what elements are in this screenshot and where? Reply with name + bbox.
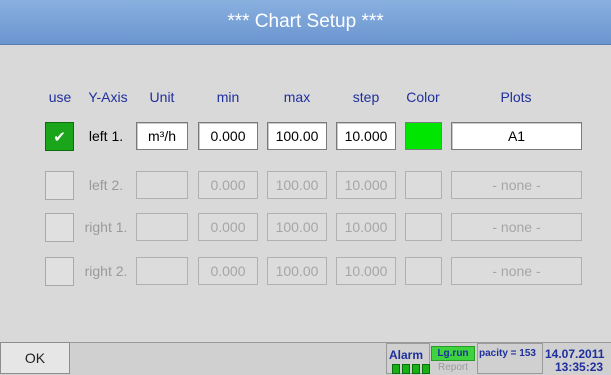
color-swatch-left-1[interactable]	[405, 122, 442, 150]
alarm-led-1	[392, 364, 400, 374]
min-field-left-2[interactable]: 0.000	[198, 171, 258, 199]
axis-label-left-1: left 1.	[88, 128, 124, 144]
unit-field-left-2[interactable]	[136, 171, 188, 199]
header-min: min	[216, 89, 240, 105]
header-step: step	[352, 89, 380, 105]
alarm-led-4	[422, 364, 430, 374]
color-swatch-left-2[interactable]	[405, 171, 442, 199]
unit-field-right-2[interactable]	[136, 257, 188, 285]
ok-button[interactable]: OK	[0, 342, 70, 374]
unit-field-right-1[interactable]	[136, 213, 188, 241]
alarm-label: Alarm	[389, 348, 424, 362]
title-bar: *** Chart Setup ***	[0, 0, 611, 45]
min-field-right-1[interactable]: 0.000	[198, 213, 258, 241]
use-checkbox-left-1[interactable]: ✔	[45, 122, 74, 151]
header-use: use	[48, 89, 72, 105]
step-field-left-2[interactable]: 10.000	[336, 171, 396, 199]
plots-field-right-2[interactable]: - none -	[451, 257, 582, 285]
capacity-readout: pacity = 153	[479, 348, 536, 359]
alarm-led-2	[402, 364, 410, 374]
max-field-right-2[interactable]: 100.00	[267, 257, 327, 285]
use-checkbox-left-2[interactable]	[45, 171, 74, 200]
plots-field-left-1[interactable]: A1	[451, 122, 582, 150]
use-checkbox-right-1[interactable]	[45, 213, 74, 242]
plots-field-right-1[interactable]: - none -	[451, 213, 582, 241]
time-readout: 13:35:23	[555, 360, 604, 374]
axis-label-left-2: left 2.	[88, 177, 124, 193]
logger-run-indicator: Lg.run	[431, 346, 475, 361]
step-field-right-2[interactable]: 10.000	[336, 257, 396, 285]
min-field-right-2[interactable]: 0.000	[198, 257, 258, 285]
axis-label-right-2: right 2.	[84, 263, 128, 279]
header-max: max	[283, 89, 311, 105]
step-field-right-1[interactable]: 10.000	[336, 213, 396, 241]
header-unit: Unit	[149, 89, 175, 105]
color-swatch-right-1[interactable]	[405, 213, 442, 241]
report-indicator: Report	[437, 362, 468, 373]
header-color: Color	[406, 89, 440, 105]
page-title: *** Chart Setup ***	[227, 11, 384, 32]
color-swatch-right-2[interactable]	[405, 257, 442, 285]
max-field-right-1[interactable]: 100.00	[267, 213, 327, 241]
unit-field-left-1[interactable]: m³/h	[136, 122, 188, 150]
min-field-left-1[interactable]: 0.000	[198, 122, 258, 150]
axis-label-right-1: right 1.	[84, 219, 128, 235]
date-readout: 14.07.2011	[545, 347, 605, 361]
step-field-left-1[interactable]: 10.000	[336, 122, 396, 150]
checkmark-icon: ✔	[53, 128, 66, 146]
alarm-led-3	[412, 364, 420, 374]
header-y-axis: Y-Axis	[88, 89, 128, 105]
max-field-left-1[interactable]: 100.00	[267, 122, 327, 150]
header-plots: Plots	[500, 89, 532, 105]
use-checkbox-right-2[interactable]	[45, 257, 74, 286]
plots-field-left-2[interactable]: - none -	[451, 171, 582, 199]
max-field-left-2[interactable]: 100.00	[267, 171, 327, 199]
